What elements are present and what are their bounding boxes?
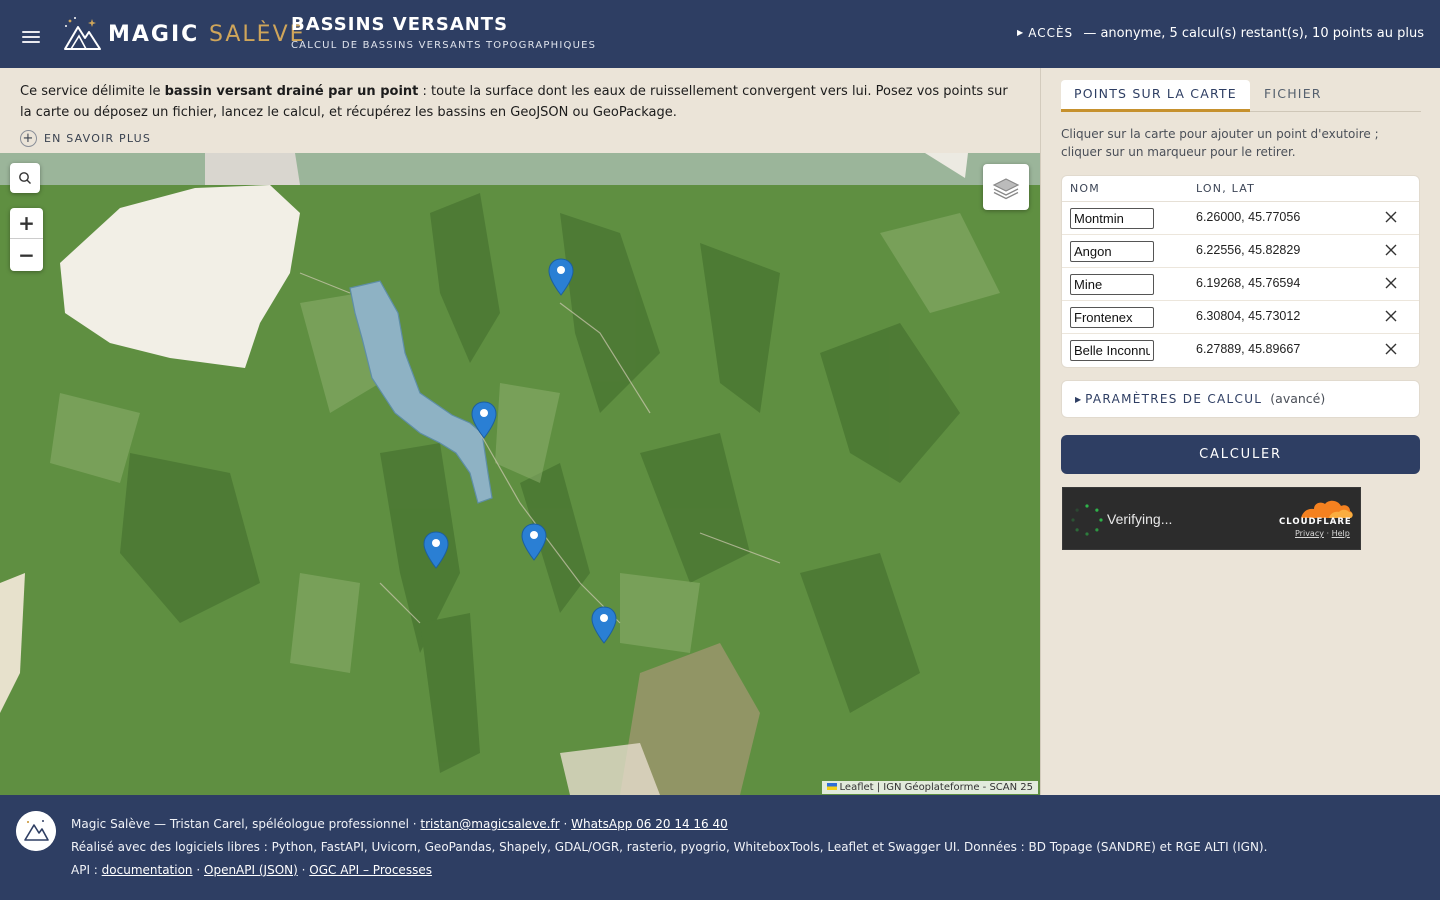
table-row: 6.30804, 45.73012 [1062,301,1419,334]
params-label: PARAMÈTRES DE CALCUL [1085,392,1263,406]
mountain-logo-icon [64,17,101,50]
remove-point-close-icon[interactable] [1384,342,1398,356]
app-subtitle: CALCUL DE BASSINS VERSANTS TOPOGRAPHIQUE… [291,40,597,51]
captcha-status: Verifying... [1107,511,1173,527]
learn-more-toggle[interactable]: + EN SAVOIR PLUS [20,130,151,147]
email-link[interactable]: tristan@magicsaleve.fr [420,817,559,831]
point-coords: 6.30804, 45.73012 [1196,309,1301,323]
map-attribution: Leaflet | IGN Géoplateforme - SCAN 25 [821,781,1038,794]
leaflet-link[interactable]: Leaflet [840,782,874,793]
map-view[interactable]: + − Leaflet | IGN Géoplateforme - SCAN 2… [0,153,1040,795]
params-toggle[interactable]: ▶ PARAMÈTRES DE CALCUL (avancé) [1061,380,1420,418]
layers-button[interactable] [983,164,1029,210]
zoom-out-button[interactable]: − [10,239,43,270]
zoom-control: + − [10,208,43,271]
help-link[interactable]: Help [1332,529,1350,538]
map-marker-pin-icon[interactable] [521,523,547,561]
table-row: 6.27889, 45.89667 [1062,334,1419,367]
whatsapp-link[interactable]: WhatsApp 06 20 14 16 40 [571,817,728,831]
footer-separator: · [297,863,310,877]
footer-separator: · [559,817,572,831]
params-advanced-label: (avancé) [1270,391,1326,406]
openapi-link[interactable]: OpenAPI (JSON) [204,863,298,877]
table-row: 6.22556, 45.82829 [1062,235,1419,268]
footer-logo-icon [16,811,56,851]
footer-author: Magic Salève — Tristan Carel, spéléologu… [71,817,421,831]
point-name-input[interactable] [1070,274,1154,295]
captcha-links: Privacy · Help [1295,529,1350,538]
tab-bar: POINTS SUR LA CARTE FICHIER [1061,80,1421,112]
map-search-button[interactable] [10,163,40,193]
table-header: NOM LON, LAT [1062,176,1419,202]
map-marker-pin-icon[interactable] [548,258,574,296]
point-name-input[interactable] [1070,208,1154,229]
layers-icon [992,178,1020,200]
point-coords: 6.26000, 45.77056 [1196,210,1301,224]
table-row: 6.26000, 45.77056 [1062,202,1419,235]
remove-point-close-icon[interactable] [1384,243,1398,257]
access-info: ▶ ACCÈS — anonyme, 5 calcul(s) restant(s)… [1017,26,1424,41]
calculate-button[interactable]: CALCULER [1061,435,1420,474]
tab-points-on-map[interactable]: POINTS SUR LA CARTE [1061,80,1250,112]
triangle-right-icon: ▶ [1075,395,1082,404]
learn-more-label: EN SAVOIR PLUS [44,132,152,145]
footer-api-line: API : documentation · OpenAPI (JSON) · O… [71,863,432,877]
brand-magic: MAGIC [108,22,200,47]
link-separator: · [1323,529,1332,538]
brand-name[interactable]: MAGIC SALÈVE [108,20,306,50]
footer-credits: Réalisé avec des logiciels libres : Pyth… [71,840,1268,854]
point-coords: 6.19268, 45.76594 [1196,276,1301,290]
access-label: ACCÈS [1028,26,1074,40]
search-icon [19,172,31,184]
app-title: BASSINS VERSANTS [291,14,509,35]
help-text: Cliquer sur la carte pour ajouter un poi… [1061,127,1379,159]
point-name-input[interactable] [1070,307,1154,328]
remove-point-close-icon[interactable] [1384,309,1398,323]
top-header: MAGIC SALÈVE BASSINS VERSANTS CALCUL DE … [0,0,1440,68]
point-coords: 6.22556, 45.82829 [1196,243,1301,257]
map-marker-pin-icon[interactable] [591,606,617,644]
hamburger-menu-icon[interactable] [22,30,42,44]
privacy-link[interactable]: Privacy [1295,529,1324,538]
remove-point-close-icon[interactable] [1384,210,1398,224]
map-marker-pin-icon[interactable] [423,531,449,569]
map-marker-pin-icon[interactable] [471,401,497,439]
column-header-coords: LON, LAT [1196,182,1255,195]
remove-point-close-icon[interactable] [1384,276,1398,290]
ogc-api-link[interactable]: OGC API – Processes [309,863,432,877]
column-header-name: NOM [1070,182,1100,195]
zoom-in-button[interactable]: + [10,208,43,239]
access-status: — anonyme, 5 calcul(s) restant(s), 10 po… [1083,26,1424,41]
triangle-right-icon: ▶ [1017,28,1025,37]
page-footer: Magic Salève — Tristan Carel, spéléologu… [0,795,1440,900]
intro-part1: Ce service délimite le [20,84,165,99]
access-toggle[interactable]: ▶ ACCÈS [1017,26,1073,40]
intro-text: Ce service délimite le bassin versant dr… [20,81,1020,123]
map-tiles [0,153,1040,795]
point-name-input[interactable] [1070,241,1154,262]
sidebar-panel: POINTS SUR LA CARTE FICHIER Cliquer sur … [1040,68,1440,795]
cloudflare-brand: CLOUDFLARE [1279,517,1352,527]
point-name-input[interactable] [1070,340,1154,361]
point-coords: 6.27889, 45.89667 [1196,342,1301,356]
api-label: API : [71,863,102,877]
attribution-source: | IGN Géoplateforme - SCAN 25 [873,782,1033,793]
ukraine-flag-icon [826,783,837,790]
footer-separator: · [192,863,204,877]
loading-spinner-icon [1071,504,1103,536]
points-table: NOM LON, LAT 6.26000, 45.77056 6.22556, … [1061,175,1420,368]
plus-circle-icon: + [20,130,37,147]
documentation-link[interactable]: documentation [102,863,193,877]
intro-bold: bassin versant drainé par un point [164,84,419,99]
table-row: 6.19268, 45.76594 [1062,268,1419,301]
footer-contact-line: Magic Salève — Tristan Carel, spéléologu… [71,817,728,831]
tab-file[interactable]: FICHIER [1251,80,1335,112]
captcha-widget[interactable]: Verifying... CLOUDFLARE Privacy · Help [1062,487,1361,550]
